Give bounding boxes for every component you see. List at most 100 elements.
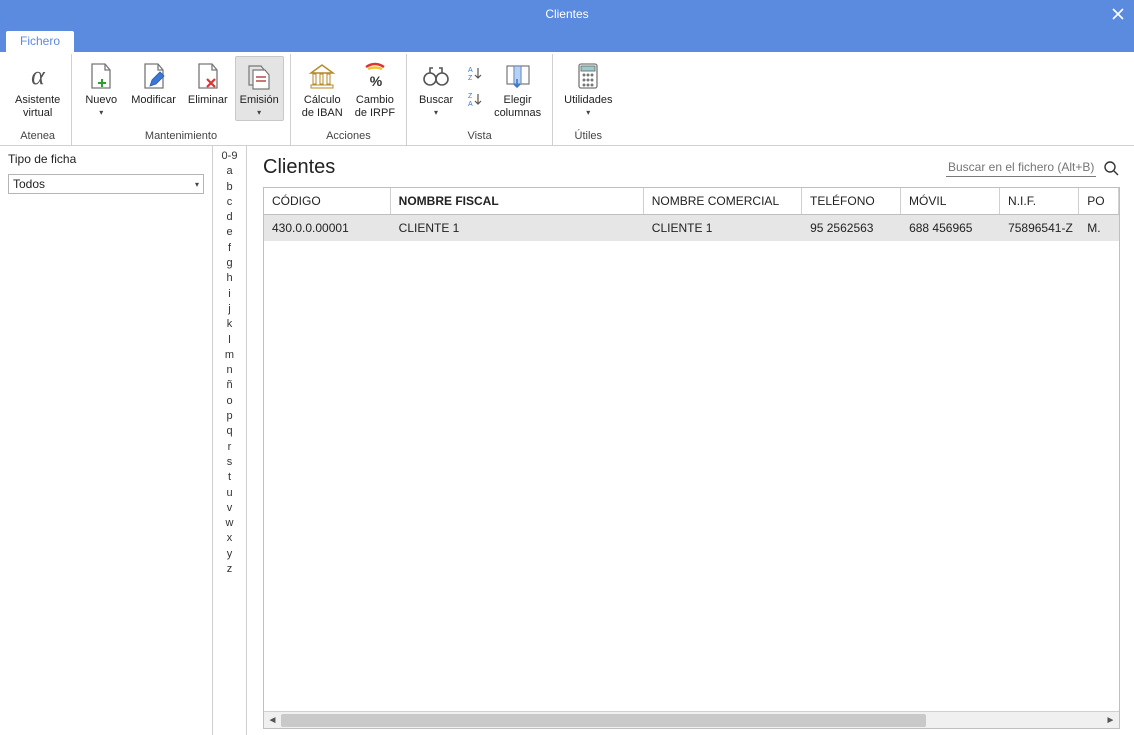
ribbon-tabstrip: Fichero [0,28,1134,52]
alpha-b[interactable]: b [213,181,246,196]
buscar-button[interactable]: Buscar ▾ [413,56,459,121]
cell-telefono: 95 2562563 [802,215,901,241]
alpha-0-9[interactable]: 0-9 [213,150,246,165]
alpha-l[interactable]: l [213,334,246,349]
close-button[interactable] [1102,0,1134,28]
eliminar-button[interactable]: Eliminar [183,56,233,111]
alpha-m[interactable]: m [213,349,246,364]
body: Tipo de ficha Todos ▾ 0-9abcdefghijklmnñ… [0,146,1134,735]
alpha-s[interactable]: s [213,456,246,471]
emision-button[interactable]: Emisión ▾ [235,56,284,121]
alpha-f[interactable]: f [213,242,246,257]
page-title: Clientes [263,156,335,179]
alpha-w[interactable]: w [213,517,246,532]
alpha-h[interactable]: h [213,272,246,287]
alpha-k[interactable]: k [213,318,246,333]
cell-nombre-comercial: CLIENTE 1 [644,215,802,241]
group-label-utiles: Útiles [559,128,617,145]
alpha-u[interactable]: u [213,487,246,502]
alpha-q[interactable]: q [213,425,246,440]
tipo-ficha-combo[interactable]: Todos ▾ [8,174,204,194]
scroll-left-button[interactable]: ◄ [264,712,281,729]
cambio-irpf-button[interactable]: % Cambio de IRPF [350,56,400,124]
alpha-n[interactable]: n [213,364,246,379]
ribbon: α Asistente virtual Atenea Nuevo ▾ Modif… [0,52,1134,146]
chevron-down-icon: ▾ [434,108,438,117]
sort-desc-icon: ZA [465,91,483,107]
svg-text:A: A [468,67,473,74]
search-input[interactable] [946,158,1096,177]
alpha-e[interactable]: e [213,226,246,241]
chevron-down-icon: ▾ [257,108,261,117]
scroll-right-button[interactable]: ► [1102,712,1119,729]
alpha-t[interactable]: t [213,471,246,486]
ribbon-group-utiles: Utilidades ▾ Útiles [553,54,623,145]
group-label-mantenimiento: Mantenimiento [78,128,283,145]
sort-asc-icon: AZ [465,65,483,81]
alpha-g[interactable]: g [213,257,246,272]
search-button[interactable] [1102,159,1120,177]
alpha-icon: α [22,60,54,92]
tipo-ficha-value: Todos [13,177,45,191]
elegir-columnas-button[interactable]: Elegir columnas [489,56,546,124]
alpha-p[interactable]: p [213,410,246,425]
page-x-icon [192,60,224,92]
tab-fichero[interactable]: Fichero [6,31,74,52]
alpha-z[interactable]: z [213,563,246,578]
alpha-c[interactable]: c [213,196,246,211]
main-pane: Clientes CÓDIGO NOMBRE FISCAL NOMBRE COM… [247,146,1134,735]
page-pencil-icon [138,60,170,92]
alpha-v[interactable]: v [213,502,246,517]
col-header-po[interactable]: PO [1079,188,1119,214]
col-header-telefono[interactable]: TELÉFONO [802,188,901,214]
table-row[interactable]: 430.0.0.00001 CLIENTE 1 CLIENTE 1 95 256… [264,215,1119,241]
nuevo-button[interactable]: Nuevo ▾ [78,56,124,121]
sort-desc-button[interactable]: ZA [463,88,485,110]
chevron-down-icon: ▾ [195,180,199,189]
columns-icon [502,60,534,92]
col-header-nombre-comercial[interactable]: NOMBRE COMERCIAL [644,188,802,214]
calculo-iban-button[interactable]: Cálculo de IBAN [297,56,348,124]
svg-text:α: α [31,61,46,90]
col-header-nombre-fiscal[interactable]: NOMBRE FISCAL [391,188,644,214]
percent-icon: % [359,60,391,92]
ribbon-group-atenea: α Asistente virtual Atenea [4,54,72,145]
horizontal-scrollbar[interactable]: ◄ ► [264,711,1119,728]
cell-po: M. [1079,215,1119,241]
utilidades-button[interactable]: Utilidades ▾ [559,56,617,121]
modificar-button[interactable]: Modificar [126,56,181,111]
alpha-d[interactable]: d [213,211,246,226]
svg-text:Z: Z [468,75,473,81]
sort-asc-button[interactable]: AZ [463,62,485,84]
col-header-movil[interactable]: MÓVIL [901,188,1000,214]
clientes-grid: CÓDIGO NOMBRE FISCAL NOMBRE COMERCIAL TE… [263,187,1120,729]
chevron-down-icon: ▾ [99,108,103,117]
alpha-r[interactable]: r [213,441,246,456]
grid-header: CÓDIGO NOMBRE FISCAL NOMBRE COMERCIAL TE… [264,188,1119,215]
window-title: Clientes [545,7,588,21]
asistente-virtual-button[interactable]: α Asistente virtual [10,56,65,124]
tipo-ficha-label: Tipo de ficha [8,152,204,166]
grid-body[interactable]: 430.0.0.00001 CLIENTE 1 CLIENTE 1 95 256… [264,215,1119,711]
scroll-thumb[interactable] [281,714,926,727]
ribbon-group-vista: Buscar ▾ AZ ZA Elegir columnas Vista [407,54,553,145]
page-copy-icon [243,60,275,92]
col-header-nif[interactable]: N.I.F. [1000,188,1079,214]
alpha-j[interactable]: j [213,303,246,318]
group-label-vista: Vista [413,128,546,145]
alpha-o[interactable]: o [213,395,246,410]
alpha-i[interactable]: i [213,288,246,303]
alpha-index: 0-9abcdefghijklmnñopqrstuvwxyz [213,146,247,735]
bank-icon [306,60,338,92]
svg-text:%: % [370,73,383,89]
cell-movil: 688 456965 [901,215,1000,241]
alpha-a[interactable]: a [213,165,246,180]
alpha-y[interactable]: y [213,548,246,563]
ribbon-group-acciones: Cálculo de IBAN % Cambio de IRPF Accione… [291,54,407,145]
cell-codigo: 430.0.0.00001 [264,215,391,241]
alpha-ñ[interactable]: ñ [213,379,246,394]
col-header-codigo[interactable]: CÓDIGO [264,188,391,214]
alpha-x[interactable]: x [213,532,246,547]
svg-text:Z: Z [468,93,473,100]
group-label-atenea: Atenea [10,128,65,145]
